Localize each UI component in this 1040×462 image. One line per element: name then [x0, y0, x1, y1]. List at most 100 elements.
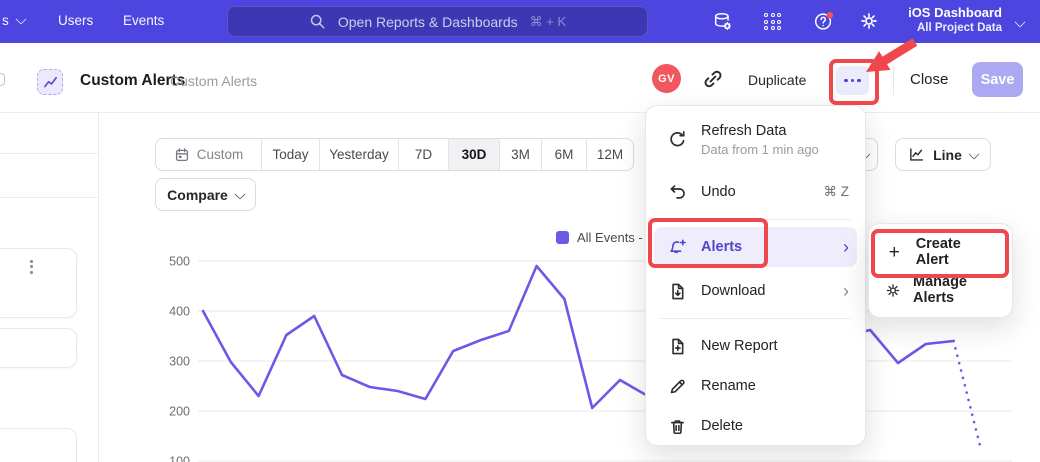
range-today[interactable]: Today [261, 139, 319, 170]
header-divider [893, 66, 894, 95]
menu-item-subtext: Data from 1 min ago [701, 142, 819, 157]
avatar[interactable]: GV [652, 64, 681, 93]
range-yesterday[interactable]: Yesterday [319, 139, 398, 170]
range-label: Today [272, 147, 308, 162]
range-custom[interactable]: Custom [156, 139, 261, 170]
legend-swatch [556, 231, 569, 244]
menu-divider [660, 219, 851, 220]
range-label: 3M [511, 147, 530, 162]
apps-grid-icon[interactable] [764, 13, 781, 30]
menu-item-label: Undo [701, 184, 736, 200]
app-window: s Users Events Open Reports & Dashboards… [0, 0, 1040, 462]
submenu-item-label: Manage Alerts [913, 274, 996, 306]
project-scope: All Project Data [908, 21, 1002, 35]
nav-item-truncated[interactable]: s [2, 13, 25, 28]
menu-item-label: New Report [701, 338, 778, 354]
card-kebab-menu-icon[interactable] [30, 260, 33, 274]
submenu-item-label: Create Alert [916, 236, 996, 268]
range-label: 6M [555, 147, 574, 162]
close-button[interactable]: Close [910, 71, 948, 88]
report-type-icon [37, 69, 63, 95]
undo-icon [668, 183, 687, 202]
sidebar-divider [0, 197, 98, 198]
menu-item-download[interactable]: Download › [654, 271, 857, 311]
global-search[interactable]: Open Reports & Dashboards ⌘ + K [227, 6, 648, 37]
submenu-item-create-alert[interactable]: + Create Alert [875, 233, 1006, 271]
save-button[interactable]: Save [972, 62, 1023, 97]
menu-item-refresh-data[interactable]: Refresh Data Data from 1 min ago [654, 116, 857, 162]
sidebar-border [98, 112, 99, 462]
search-placeholder: Open Reports & Dashboards [338, 14, 518, 30]
menu-divider [660, 318, 851, 319]
top-nav: s Users Events Open Reports & Dashboards… [0, 0, 1040, 43]
more-options-menu: Refresh Data Data from 1 min ago Undo ⌘ … [645, 105, 866, 446]
search-icon [309, 13, 326, 30]
plus-icon: + [885, 243, 904, 262]
menu-item-delete[interactable]: Delete [654, 406, 857, 446]
range-label: 7D [415, 147, 432, 162]
nav-item-users[interactable]: Users [58, 13, 93, 28]
menu-item-new-report[interactable]: New Report [654, 326, 857, 366]
submenu-item-manage-alerts[interactable]: Manage Alerts [875, 271, 1006, 309]
breadcrumb[interactable]: Custom Alerts [170, 73, 257, 89]
menu-item-rename[interactable]: Rename [654, 366, 857, 406]
bell-plus-icon [668, 238, 687, 257]
more-options-button[interactable] [836, 66, 869, 95]
sparkline-icon [43, 75, 58, 90]
menu-item-label: Refresh Data [701, 123, 786, 139]
sidebar-card[interactable] [0, 328, 77, 368]
sidebar-card[interactable] [0, 428, 77, 462]
menu-item-alerts[interactable]: Alerts › [654, 227, 857, 267]
download-icon [668, 282, 687, 301]
share-link-icon[interactable] [702, 68, 724, 90]
svg-text:200: 200 [169, 405, 190, 419]
nav-item-events[interactable]: Events [123, 13, 164, 28]
collapse-handle[interactable] [0, 73, 5, 86]
range-3m[interactable]: 3M [499, 139, 541, 170]
search-shortcut: ⌘ + K [530, 14, 567, 30]
report-header: Custom Alerts Custom Alerts GV Duplicate… [0, 43, 1040, 100]
compare-button[interactable]: Compare [155, 178, 256, 211]
settings-icon[interactable] [859, 11, 879, 31]
range-label: 12M [597, 147, 623, 162]
refresh-icon [668, 130, 687, 149]
date-range-segmented-control: Custom Today Yesterday 7D 30D 3M 6M 12M [155, 138, 634, 171]
chart-type-button[interactable]: Line [895, 138, 991, 171]
range-label: 30D [462, 147, 487, 162]
submenu-chevron-right-icon: › [843, 238, 849, 256]
range-30d[interactable]: 30D [448, 139, 499, 170]
data-icon[interactable] [712, 11, 733, 32]
svg-text:300: 300 [169, 355, 190, 369]
pencil-icon [668, 377, 687, 396]
project-name: iOS Dashboard [908, 5, 1002, 21]
range-6m[interactable]: 6M [541, 139, 586, 170]
header-rule [0, 112, 1040, 113]
duplicate-button[interactable]: Duplicate [748, 72, 806, 88]
range-7d[interactable]: 7D [398, 139, 448, 170]
sidebar-card[interactable] [0, 248, 77, 318]
svg-text:400: 400 [169, 305, 190, 319]
gear-icon [885, 281, 901, 300]
submenu-chevron-right-icon: › [843, 282, 849, 300]
chart-type-label: Line [933, 147, 962, 163]
range-12m[interactable]: 12M [586, 139, 633, 170]
help-icon[interactable] [813, 11, 834, 32]
chevron-down-icon [968, 148, 979, 159]
line-chart-icon [908, 146, 925, 163]
sidebar-divider [0, 153, 98, 154]
menu-item-label: Alerts [701, 239, 742, 255]
menu-item-shortcut: ⌘ Z [824, 184, 850, 200]
project-selector[interactable]: iOS Dashboard All Project Data [908, 5, 1002, 35]
svg-text:100: 100 [169, 455, 190, 462]
menu-item-label: Download [701, 283, 766, 299]
svg-text:500: 500 [169, 255, 190, 269]
nav-item-truncated-label: s [2, 13, 9, 28]
menu-item-label: Rename [701, 378, 756, 394]
new-report-icon [668, 337, 687, 356]
chevron-down-icon [234, 188, 245, 199]
range-label: Yesterday [329, 147, 389, 162]
chevron-down-icon [15, 13, 26, 24]
trash-icon [668, 417, 687, 436]
menu-item-undo[interactable]: Undo ⌘ Z [654, 172, 857, 212]
calendar-icon [174, 147, 190, 163]
